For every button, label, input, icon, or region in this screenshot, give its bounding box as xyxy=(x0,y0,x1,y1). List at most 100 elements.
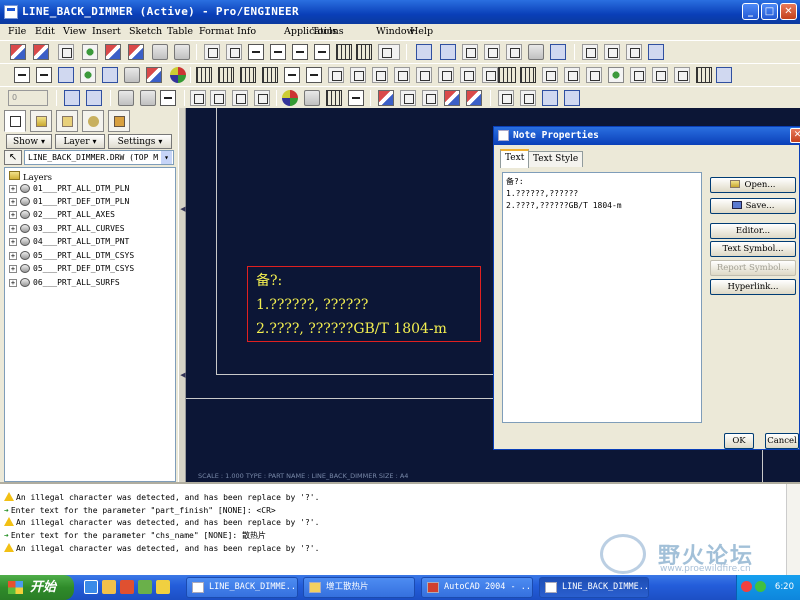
paste-icon[interactable] xyxy=(292,44,308,60)
ie-icon[interactable] xyxy=(84,580,98,594)
layers-icon[interactable] xyxy=(550,44,566,60)
refit-icon[interactable] xyxy=(506,44,522,60)
tree-item[interactable]: +04___PRT_ALL_DTM_PNT xyxy=(9,237,129,249)
menu-edit[interactable]: Edit xyxy=(35,26,55,37)
panel-splitter[interactable]: ◀ ◀ xyxy=(178,108,186,482)
media-icon[interactable] xyxy=(120,580,134,594)
task-proe-1[interactable]: LINE_BACK_DIMME... xyxy=(186,577,298,598)
show-dropdown[interactable]: Show xyxy=(6,134,52,149)
menu-sketch[interactable]: Sketch xyxy=(129,26,162,37)
dimension-icon[interactable] xyxy=(196,67,212,83)
layer-dropdown[interactable]: Layer xyxy=(55,134,105,149)
tree-item[interactable]: +06___PRT_ALL_SURFS xyxy=(9,278,120,290)
ungroup-icon[interactable] xyxy=(232,90,248,106)
tab-favorites[interactable] xyxy=(56,110,78,132)
expand-icon[interactable]: + xyxy=(9,264,17,273)
expand-icon[interactable]: + xyxy=(9,278,17,287)
tree-item[interactable]: +05___PRT_DEF_DTM_CSYS xyxy=(9,264,134,276)
repaint-icon[interactable] xyxy=(416,44,432,60)
expand-icon[interactable]: + xyxy=(9,197,17,206)
hidden-line-icon[interactable] xyxy=(604,44,620,60)
format-icon[interactable] xyxy=(520,67,536,83)
measure-icon[interactable] xyxy=(520,90,536,106)
minimize-button[interactable]: _ xyxy=(742,3,759,20)
wave-icon[interactable] xyxy=(86,90,102,106)
detail-view-icon[interactable] xyxy=(160,90,176,106)
dialog-close-button[interactable]: ✕ xyxy=(790,128,800,143)
tab-history[interactable] xyxy=(108,110,130,132)
no-hidden-icon[interactable] xyxy=(626,44,642,60)
group-icon[interactable] xyxy=(210,90,226,106)
frame-icon[interactable] xyxy=(254,90,270,106)
menu-file[interactable]: File xyxy=(8,26,26,37)
redo-icon[interactable] xyxy=(226,44,242,60)
info-icon[interactable] xyxy=(348,90,364,106)
sheet-icon[interactable] xyxy=(564,90,580,106)
ordinate-dim-icon[interactable] xyxy=(218,67,234,83)
mirror-icon[interactable] xyxy=(444,90,460,106)
task-autocad[interactable]: AutoCAD 2004 - ... xyxy=(421,577,533,598)
hatch-icon[interactable] xyxy=(482,67,498,83)
tray-icon[interactable] xyxy=(755,581,766,592)
repeat-region-icon[interactable] xyxy=(716,67,732,83)
balloon-icon[interactable] xyxy=(608,67,624,83)
note-icon[interactable] xyxy=(146,67,162,83)
ok-button[interactable]: OK xyxy=(724,433,754,449)
warning-shortcut-icon[interactable] xyxy=(156,580,170,594)
close-button[interactable]: ✕ xyxy=(780,3,797,20)
baseline-dim-icon[interactable] xyxy=(262,67,278,83)
paste-special-icon[interactable] xyxy=(314,44,330,60)
undo-icon[interactable] xyxy=(204,44,220,60)
menu-insert[interactable]: Insert xyxy=(92,26,121,37)
start-button[interactable]: 开始 xyxy=(0,575,74,600)
text-symbol-button[interactable]: Text Symbol... xyxy=(710,241,796,257)
copy-file-icon[interactable] xyxy=(128,44,144,60)
expand-icon[interactable]: + xyxy=(9,224,17,233)
datum-icon[interactable] xyxy=(586,67,602,83)
clean-dims-icon[interactable] xyxy=(306,67,322,83)
snap-icon[interactable] xyxy=(80,67,96,83)
tab-text[interactable]: Text xyxy=(500,149,530,168)
active-model-dropdown[interactable]: LINE_BACK_DIMMER.DRW (TOP M xyxy=(24,150,174,165)
tab-folder-browser[interactable] xyxy=(30,110,52,132)
chamfer-icon[interactable] xyxy=(372,67,388,83)
grid-size-field[interactable]: 0 xyxy=(8,90,48,106)
hyperlink-button[interactable]: Hyperlink... xyxy=(710,279,796,295)
ref-dim-icon[interactable] xyxy=(240,67,256,83)
email-icon[interactable] xyxy=(105,44,121,60)
show-erase-icon[interactable] xyxy=(284,67,300,83)
tab-text-style[interactable]: Text Style xyxy=(528,151,584,167)
settings-dropdown[interactable]: Settings xyxy=(108,134,172,149)
cut-icon[interactable] xyxy=(248,44,264,60)
surface-finish-icon[interactable] xyxy=(564,67,580,83)
tray-icon[interactable] xyxy=(741,581,752,592)
page-setup-icon[interactable] xyxy=(174,44,190,60)
delete-icon[interactable] xyxy=(14,67,30,83)
scale-icon[interactable] xyxy=(466,90,482,106)
expand-icon[interactable]: + xyxy=(9,184,17,193)
table-edit-icon[interactable] xyxy=(696,67,712,83)
symbol-icon[interactable] xyxy=(630,67,646,83)
tree-item[interactable]: +01___PRT_DEF_DTM_PLN xyxy=(9,197,129,209)
wireframe-icon[interactable] xyxy=(582,44,598,60)
printer-icon[interactable] xyxy=(152,44,168,60)
selected-note[interactable]: 备?: 1.??????, ?????? 2.????, ??????GB/T … xyxy=(247,266,481,342)
app-shortcut-icon[interactable] xyxy=(138,580,152,594)
zoom-in-icon[interactable] xyxy=(462,44,478,60)
analysis-icon[interactable] xyxy=(498,90,514,106)
print-icon[interactable] xyxy=(82,44,98,60)
regenerate-icon[interactable] xyxy=(336,44,352,60)
line-style-icon[interactable] xyxy=(64,90,80,106)
tree-item[interactable]: +05___PRT_ALL_DTM_CSYS xyxy=(9,251,134,263)
projection-icon[interactable] xyxy=(140,90,156,106)
use-edge-icon[interactable] xyxy=(438,67,454,83)
view-icon[interactable] xyxy=(118,90,134,106)
open-file-icon[interactable] xyxy=(33,44,49,60)
tree-item[interactable]: +01___PRT_ALL_DTM_PLN xyxy=(9,184,129,196)
tree-item[interactable]: +03___PRT_ALL_CURVES xyxy=(9,224,125,236)
expand-icon[interactable]: + xyxy=(9,237,17,246)
find-icon[interactable] xyxy=(356,44,372,60)
shading-icon[interactable] xyxy=(648,44,664,60)
trim-icon[interactable] xyxy=(460,67,476,83)
sketch-icon[interactable] xyxy=(58,67,74,83)
